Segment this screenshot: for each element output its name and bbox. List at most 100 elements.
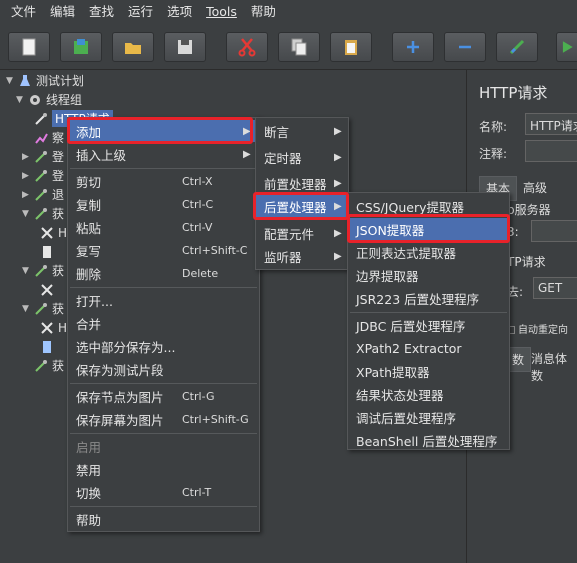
tab-body-data[interactable]: 消息体数: [525, 347, 577, 387]
menu-item-toggle[interactable]: 切换 Ctrl-T: [68, 481, 259, 503]
tab-advanced[interactable]: 高级: [517, 176, 553, 199]
tree-node-test-plan[interactable]: ▼ 测试计划: [6, 71, 84, 90]
menu-item-listener[interactable]: 监听器 ▶: [256, 245, 348, 267]
new-button[interactable]: [8, 32, 50, 62]
expand-arrow-icon[interactable]: ▼: [6, 76, 16, 86]
cut-icon: [238, 38, 256, 57]
expand-arrow-icon[interactable]: ▼: [22, 266, 32, 276]
expand-all-button[interactable]: [392, 32, 434, 62]
menu-search[interactable]: 查找: [82, 0, 121, 24]
tree-node-thread-group[interactable]: ▼ 线程组: [16, 90, 82, 109]
comment-label: 注释:: [479, 147, 508, 161]
method-select[interactable]: GET: [533, 277, 577, 299]
tree-node-partial[interactable]: ▶ 退: [22, 185, 64, 204]
tree-node-partial[interactable]: H: [40, 223, 67, 242]
tree-node-partial[interactable]: ▶ 登: [22, 166, 64, 185]
menu-item-insert-parent[interactable]: 插入上级 ▶: [68, 143, 259, 165]
pipette-icon: [35, 264, 47, 277]
menu-separator: [350, 312, 507, 313]
menu-item-save-test-fragment[interactable]: 保存为测试片段: [68, 358, 259, 380]
document-icon: [43, 245, 51, 258]
flask-icon: [20, 74, 30, 86]
collapsed-arrow-icon[interactable]: ▶: [22, 171, 32, 181]
scissors-icon: [41, 283, 53, 296]
menu-item-beanshell-post-processor[interactable]: BeanShell 后置处理程序: [348, 429, 509, 451]
open-button[interactable]: [112, 32, 154, 62]
menu-item-merge[interactable]: 合并: [68, 312, 259, 334]
menu-item-disable[interactable]: 禁用: [68, 458, 259, 480]
chart-icon: [35, 133, 48, 144]
menu-file[interactable]: 文件: [4, 0, 43, 24]
menu-item-result-status-handler[interactable]: 结果状态处理器: [348, 383, 509, 405]
menu-item-save-selection[interactable]: 选中部分保存为...: [68, 335, 259, 357]
menu-tools[interactable]: Tools: [199, 0, 244, 24]
menu-item-duplicate[interactable]: 复写 Ctrl+Shift-C: [68, 239, 259, 261]
expand-arrow-icon[interactable]: ▼: [22, 304, 32, 314]
pipette-icon: [35, 359, 47, 372]
collapse-all-button[interactable]: [444, 32, 486, 62]
templates-button[interactable]: [60, 32, 102, 62]
toggle-button[interactable]: [496, 32, 538, 62]
menu-item-delete[interactable]: 删除 Delete: [68, 262, 259, 284]
auto-redirect-checkbox[interactable]: 自动重定向: [507, 321, 568, 336]
menu-item-save-screen-image[interactable]: 保存屏幕为图片 Ctrl+Shift-G: [68, 408, 259, 430]
panel-title: HTTP请求: [479, 84, 548, 102]
document-icon: [43, 340, 51, 353]
save-button[interactable]: [164, 32, 206, 62]
submenu-arrow-icon: ▶: [334, 125, 342, 137]
menu-item-jsr223-post-processor[interactable]: JSR223 后置处理程序: [348, 287, 509, 309]
menu-item-assertions[interactable]: 断言 ▶: [256, 120, 348, 142]
menu-options[interactable]: 选项: [160, 0, 199, 24]
menu-item-config-element[interactable]: 配置元件 ▶: [256, 222, 348, 244]
menu-item-save-node-image[interactable]: 保存节点为图片 Ctrl-G: [68, 385, 259, 407]
expand-icon: [407, 41, 419, 53]
menu-item-debug-post-processor[interactable]: 调试后置处理程序: [348, 406, 509, 428]
pipette-icon: [35, 169, 47, 182]
tree-node-partial[interactable]: ▼ 获: [22, 261, 64, 280]
copy-button[interactable]: [278, 32, 320, 62]
submenu-arrow-icon: ▶: [334, 177, 342, 189]
menu-item-paste[interactable]: 粘贴 Ctrl-V: [68, 216, 259, 238]
tree-node-partial[interactable]: ▼ 获: [22, 204, 64, 223]
menu-item-timer[interactable]: 定时器 ▶: [256, 146, 348, 168]
run-icon: [562, 41, 573, 53]
menu-run[interactable]: 运行: [121, 0, 160, 24]
pipette-icon: [35, 302, 47, 315]
menu-item-pre-processor[interactable]: 前置处理器 ▶: [256, 172, 348, 194]
menu-item-copy[interactable]: 复制 Ctrl-C: [68, 193, 259, 215]
run-button[interactable]: [556, 32, 577, 62]
menu-separator: [70, 506, 257, 507]
annotation-highlight-add: [67, 117, 253, 144]
tree-node-partial[interactable]: 获: [34, 356, 64, 375]
menu-item-cut[interactable]: 剪切 Ctrl-X: [68, 170, 259, 192]
tree-node-partial[interactable]: [40, 337, 58, 356]
menu-item-jdbc-post-processor[interactable]: JDBC 后置处理程序: [348, 314, 509, 336]
menu-edit[interactable]: 编辑: [43, 0, 82, 24]
tree-node-partial[interactable]: H: [40, 318, 67, 337]
menu-item-xpath2-extractor[interactable]: XPath2 Extractor: [348, 337, 509, 359]
collapsed-arrow-icon[interactable]: ▶: [22, 190, 32, 200]
paste-icon: [345, 40, 357, 55]
menu-item-boundary-extractor[interactable]: 边界提取器: [348, 264, 509, 286]
menu-item-regex-extractor[interactable]: 正则表达式提取器: [348, 241, 509, 263]
paste-button[interactable]: [330, 32, 372, 62]
tree-node-partial[interactable]: ▼ 获: [22, 299, 64, 318]
menu-separator: [70, 168, 257, 169]
expand-arrow-icon[interactable]: ▼: [16, 95, 26, 105]
menu-item-xpath-extractor[interactable]: XPath提取器: [348, 360, 509, 382]
tree-node-partial[interactable]: 察: [34, 128, 64, 147]
tree-node-partial[interactable]: [40, 280, 58, 299]
menu-item-help[interactable]: 帮助: [68, 508, 259, 530]
expand-arrow-icon[interactable]: ▼: [22, 209, 32, 219]
collapsed-arrow-icon[interactable]: ▶: [22, 152, 32, 162]
pipette-icon: [35, 150, 47, 163]
menu-item-open[interactable]: 打开...: [68, 289, 259, 311]
tree-node-partial[interactable]: ▶ 登: [22, 147, 64, 166]
menu-help[interactable]: 帮助: [244, 0, 283, 24]
comment-field[interactable]: [525, 140, 577, 162]
name-field[interactable]: HTTP请求: [525, 113, 577, 135]
cut-button[interactable]: [226, 32, 268, 62]
tree-node-partial[interactable]: [40, 242, 58, 261]
web-server-label: b服务器: [507, 203, 551, 217]
protocol-field[interactable]: [531, 220, 577, 242]
